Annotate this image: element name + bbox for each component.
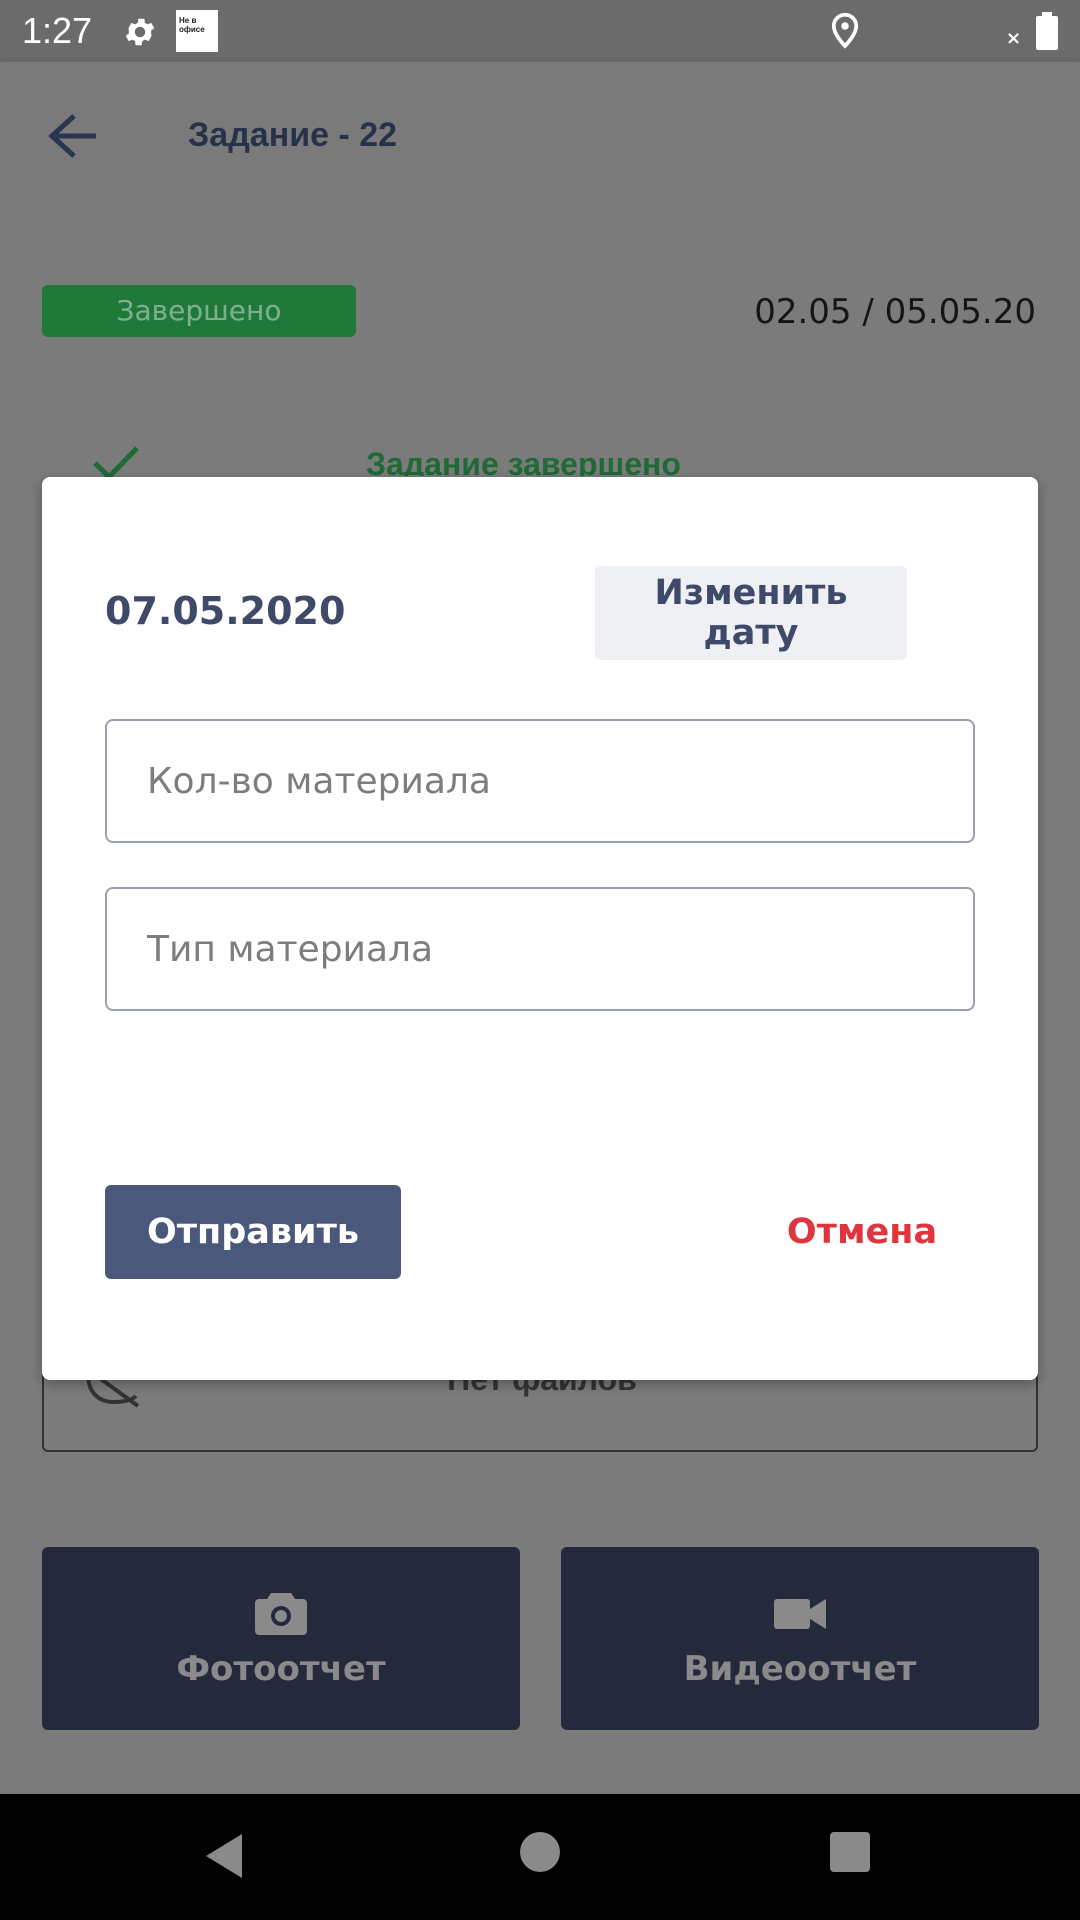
change-date-button[interactable]: Изменить дату (595, 566, 907, 660)
office-status-badge: Не в офисе (176, 10, 218, 52)
status-badge: Завершено (42, 285, 356, 337)
material-type-input[interactable] (105, 887, 975, 1011)
photo-report-label: Фотоотчет (176, 1649, 386, 1689)
video-report-button[interactable]: Видеоотчет (561, 1547, 1039, 1730)
system-nav-bar (0, 1794, 1080, 1920)
page-title: Задание - 22 (188, 116, 398, 154)
material-quantity-input[interactable] (105, 719, 975, 843)
back-arrow-icon[interactable] (46, 112, 100, 160)
nav-recent-apps-icon[interactable] (830, 1832, 870, 1872)
no-signal-icon: × (1006, 28, 1022, 49)
task-completed-label: Задание завершено (366, 446, 681, 476)
location-icon (831, 12, 859, 49)
video-report-label: Видеоотчет (683, 1649, 917, 1689)
battery-icon (1036, 12, 1058, 50)
app-bar: Задание - 22 (0, 62, 1080, 210)
files-box: Нет файлов (42, 1364, 1038, 1452)
submit-button[interactable]: Отправить (105, 1185, 401, 1279)
status-time: 1:27 (22, 10, 93, 51)
material-dialog: 07.05.2020 Изменить дату Отправить Отмен… (42, 477, 1038, 1380)
video-camera-icon (774, 1599, 826, 1629)
status-bar: 1:27 Не в офисе × (0, 0, 1080, 62)
cancel-button[interactable]: Отмена (742, 1185, 982, 1279)
date-range: 02.05 / 05.05.20 (754, 292, 1036, 332)
settings-icon (125, 18, 155, 46)
selected-date: 07.05.2020 (105, 589, 346, 633)
photo-report-button[interactable]: Фотоотчет (42, 1547, 520, 1730)
check-icon (93, 446, 139, 481)
nav-back-icon[interactable] (202, 1832, 246, 1880)
camera-icon (255, 1593, 307, 1635)
nav-home-icon[interactable] (520, 1832, 560, 1872)
